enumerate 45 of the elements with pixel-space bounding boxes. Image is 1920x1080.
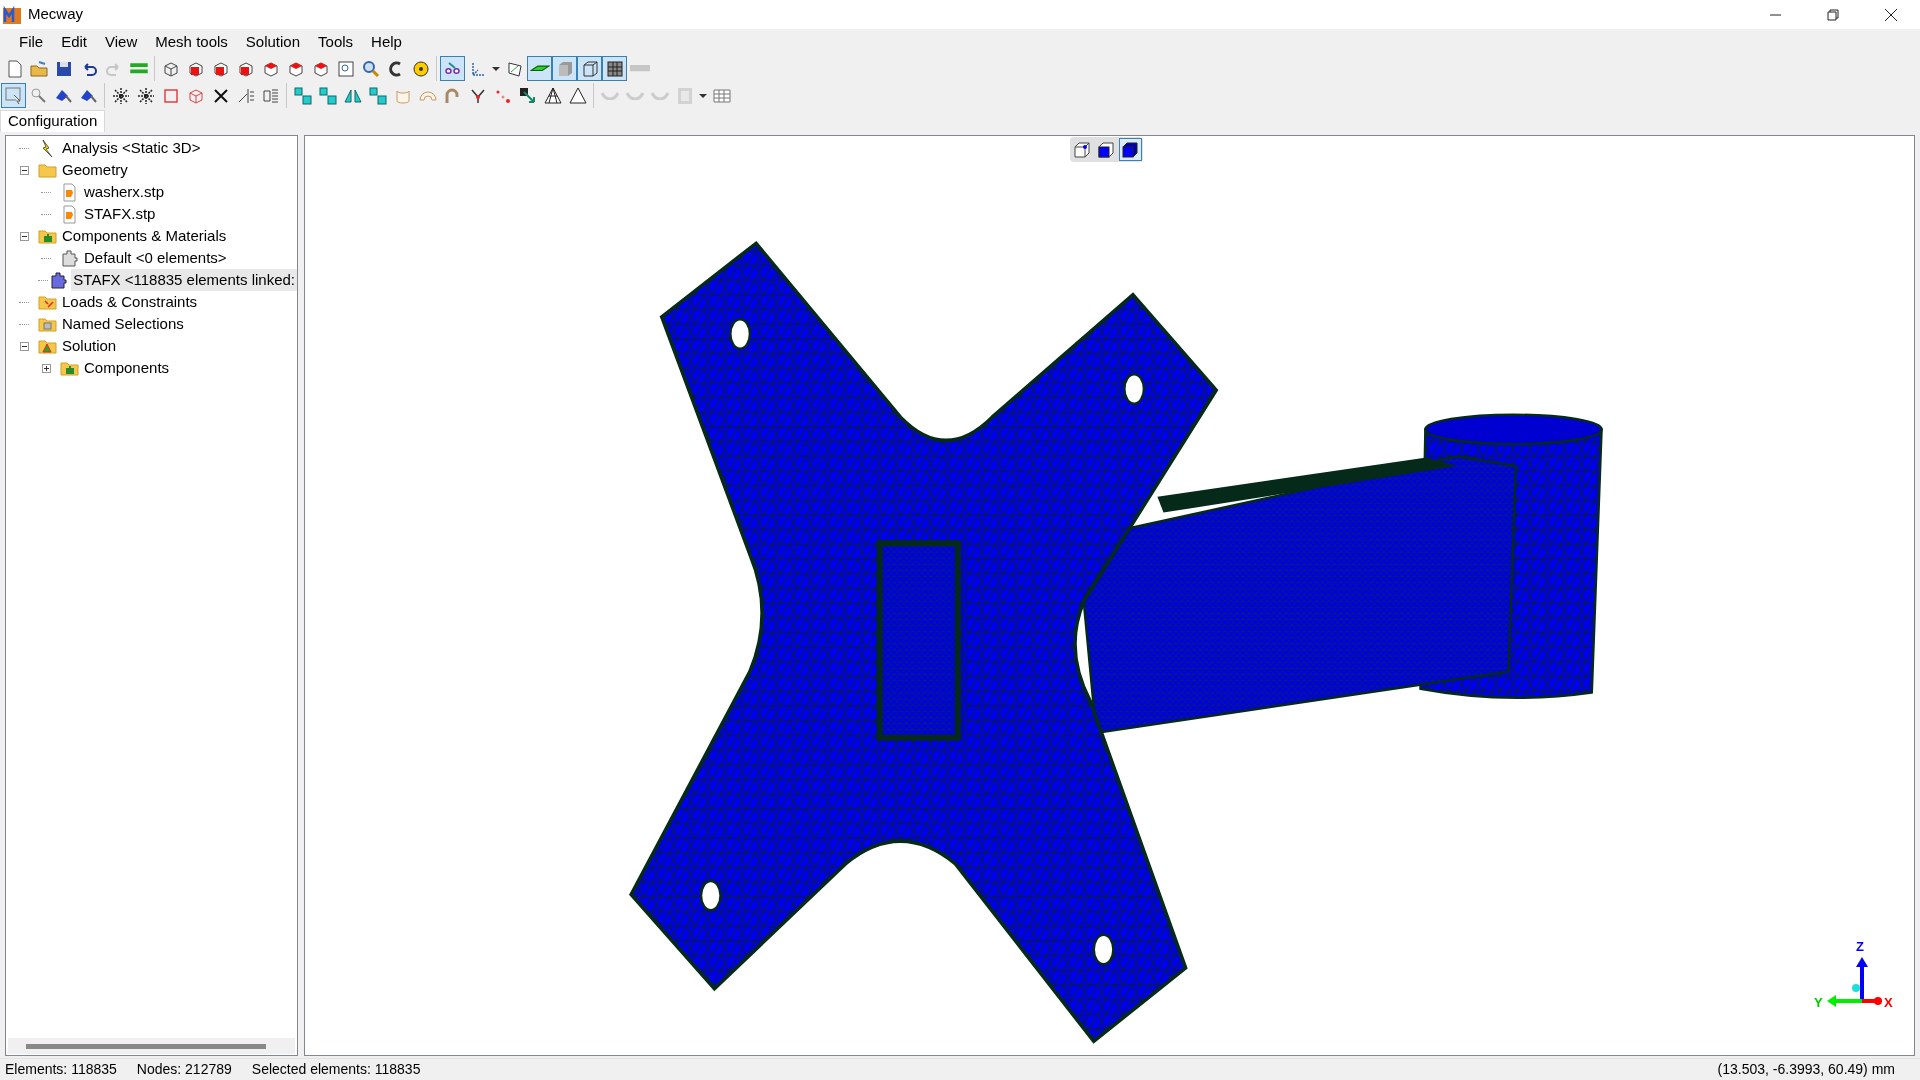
menu-item[interactable]: Help — [362, 30, 411, 54]
menu-item[interactable]: File — [10, 30, 53, 54]
tree-item[interactable]: washerx.stp — [82, 180, 167, 204]
axis-label: Y — [1814, 994, 1823, 1012]
tree-item[interactable]: Components — [82, 356, 172, 380]
status-text: Selected elements: 118835 — [251, 1060, 421, 1079]
cube-icon — [1096, 139, 1116, 160]
restore-icon — [1827, 8, 1839, 21]
status-text: (13.503, -6.3993, 60.49) mm — [1717, 1060, 1895, 1079]
tree-item[interactable]: STAFX <118835 elements linked: — [71, 268, 297, 292]
horizontal-scrollbar[interactable] — [8, 1038, 295, 1054]
menu-item[interactable]: View — [96, 30, 147, 54]
tree-item[interactable]: Loads & Constraints — [60, 290, 200, 314]
tree-item[interactable]: Analysis <Static 3D> — [60, 136, 203, 160]
file-icon — [60, 204, 79, 224]
close-icon — [1885, 8, 1897, 21]
cube-icon — [1072, 139, 1092, 160]
file-icon — [60, 182, 79, 202]
menu-item[interactable]: Solution — [236, 30, 310, 54]
menu-item[interactable]: Tools — [309, 30, 363, 54]
tree-item[interactable]: STAFX.stp — [82, 202, 158, 226]
viewport[interactable]: Z Y X — [304, 135, 1915, 1056]
cube-icon — [1120, 139, 1140, 160]
puzzle-piece-icon — [60, 248, 79, 268]
menu-item[interactable]: Mesh tools — [146, 30, 237, 54]
tree-item[interactable]: Components & Materials — [60, 224, 229, 248]
expander[interactable] — [19, 341, 29, 351]
tree-item[interactable]: Geometry — [60, 158, 130, 182]
scrollbar-thumb[interactable] — [26, 1043, 266, 1049]
app-logo-icon — [2, 4, 22, 25]
tree-item[interactable]: Solution — [60, 334, 119, 358]
status-text: Elements: 118835 — [5, 1060, 117, 1079]
status-text: Nodes: 212789 — [136, 1060, 232, 1079]
expander[interactable] — [19, 231, 29, 241]
expander[interactable] — [41, 363, 51, 373]
expander[interactable] — [19, 165, 29, 175]
menu-item[interactable]: Edit — [52, 30, 97, 54]
puzzle-piece-icon — [49, 270, 69, 290]
panel-tab[interactable]: Configuration — [0, 110, 106, 132]
tree-item[interactable]: Default <0 elements> — [82, 246, 229, 270]
window-title: Mecway — [28, 4, 83, 25]
axis-label: Z — [1856, 938, 1864, 956]
tree-item[interactable]: Named Selections — [60, 312, 186, 336]
view-mode-button[interactable] — [1118, 138, 1142, 161]
axis-label: X — [1884, 994, 1893, 1012]
